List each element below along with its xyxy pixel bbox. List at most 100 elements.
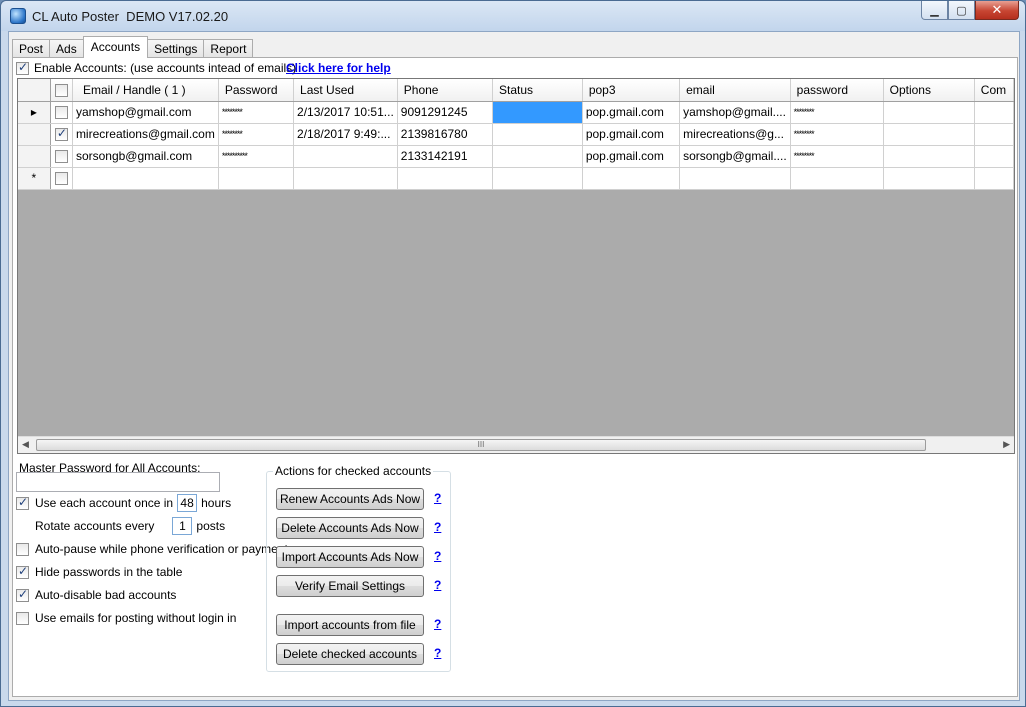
cell-email[interactable]: mirecreations@gmail.com — [72, 123, 219, 146]
delete-checked-accounts-button[interactable]: Delete checked accounts — [276, 643, 424, 665]
row-header[interactable] — [18, 145, 51, 168]
row-header[interactable] — [18, 123, 51, 146]
tab-settings[interactable]: Settings — [147, 39, 205, 58]
cell-pop3[interactable]: pop.gmail.com — [582, 123, 681, 146]
hide-passwords-option[interactable]: Hide passwords in the table — [16, 563, 182, 581]
cell-status-selected[interactable] — [492, 101, 583, 124]
import-accounts-from-file-button[interactable]: Import accounts from file — [276, 614, 424, 636]
cell-phone[interactable]: 9091291245 — [397, 101, 494, 124]
column-header-phone[interactable]: Phone — [397, 79, 494, 102]
row-header-current[interactable]: ▸ — [18, 101, 51, 124]
cell-phone[interactable]: 2139816780 — [397, 123, 494, 146]
auto-pause-checkbox[interactable] — [16, 542, 29, 556]
cell-password[interactable] — [218, 167, 295, 190]
enable-accounts-option[interactable]: Enable Accounts: (use accounts intead of… — [16, 60, 296, 76]
delete-accounts-ads-button[interactable]: Delete Accounts Ads Now — [276, 517, 424, 539]
use-each-hours-input[interactable]: 48 — [177, 494, 198, 512]
column-header-email-password[interactable]: password — [790, 79, 884, 102]
auto-pause-option[interactable]: Auto-pause while phone verification or p… — [16, 540, 288, 558]
column-header-pop3[interactable]: pop3 — [582, 79, 681, 102]
select-all-checkbox[interactable] — [54, 83, 68, 97]
hide-passwords-checkbox[interactable] — [16, 564, 29, 579]
close-button[interactable]: ✕ — [975, 1, 1019, 20]
auto-disable-option[interactable]: Auto-disable bad accounts — [16, 586, 176, 604]
tab-ads[interactable]: Ads — [49, 39, 84, 58]
cell-options[interactable] — [883, 167, 975, 190]
import-file-help-link[interactable]: ? — [434, 617, 441, 631]
cell-email[interactable]: yamshop@gmail.com — [72, 101, 219, 124]
column-header-email-addr[interactable]: email — [679, 79, 791, 102]
cell-email-password[interactable]: ******** — [790, 145, 884, 168]
renew-accounts-ads-button[interactable]: Renew Accounts Ads Now — [276, 488, 424, 510]
cell-email-password[interactable] — [790, 167, 884, 190]
cell-phone[interactable]: 2133142191 — [397, 145, 494, 168]
column-header-options[interactable]: Options — [883, 79, 975, 102]
cell-email-addr[interactable] — [679, 167, 791, 190]
tab-accounts[interactable]: Accounts — [82, 36, 149, 58]
cell-last-used[interactable]: 2/13/2017 10:51... — [293, 101, 398, 124]
row-checkbox[interactable] — [54, 126, 68, 142]
horizontal-scrollbar[interactable]: ◀ III ▶ — [18, 436, 1014, 453]
tab-report[interactable]: Report — [203, 39, 254, 58]
cell-last-used[interactable]: 2/18/2017 9:49:... — [293, 123, 398, 146]
cell-pop3[interactable]: pop.gmail.com — [582, 145, 681, 168]
import-accounts-ads-button[interactable]: Import Accounts Ads Now — [276, 546, 424, 568]
verify-help-link[interactable]: ? — [434, 578, 441, 592]
table-row[interactable]: ▸ yamshop@gmail.com ******** 2/13/2017 1… — [18, 101, 1014, 124]
cell-status[interactable] — [492, 167, 583, 190]
cell-last-used[interactable] — [293, 145, 398, 168]
import-ads-help-link[interactable]: ? — [434, 549, 441, 563]
column-header-com[interactable]: Com — [974, 79, 1014, 102]
cell-com[interactable] — [974, 123, 1014, 146]
cell-email-password[interactable]: ******** — [790, 101, 884, 124]
title-bar[interactable]: CL Auto Poster DEMO V17.02.20 ▁ ▢ ✕ — [1, 1, 1025, 31]
cell-password[interactable]: ******** — [218, 123, 295, 146]
column-header-last-used[interactable]: Last Used — [293, 79, 398, 102]
column-header-status[interactable]: Status — [492, 79, 583, 102]
use-emails-checkbox[interactable] — [16, 611, 29, 625]
cell-pop3[interactable]: pop.gmail.com — [582, 101, 681, 124]
renew-help-link[interactable]: ? — [434, 491, 441, 505]
rotate-posts-input[interactable]: 1 — [172, 517, 193, 535]
cell-pop3[interactable] — [582, 167, 681, 190]
cell-email-addr[interactable]: sorsongb@gmail.... — [679, 145, 791, 168]
cell-status[interactable] — [492, 145, 583, 168]
cell-options[interactable] — [883, 123, 975, 146]
cell-last-used[interactable] — [293, 167, 398, 190]
table-row[interactable]: sorsongb@gmail.com ********** 2133142191… — [18, 145, 1014, 168]
new-row-marker[interactable]: * — [18, 167, 51, 190]
auto-disable-checkbox[interactable] — [16, 587, 29, 602]
select-all-header[interactable] — [50, 79, 73, 102]
master-password-input[interactable] — [16, 472, 220, 492]
accounts-grid[interactable]: Email / Handle ( 1 ) Password Last Used … — [17, 78, 1015, 454]
row-checkbox[interactable] — [54, 106, 68, 120]
scrollbar-thumb[interactable]: III — [36, 439, 926, 451]
cell-email-addr[interactable]: mirecreations@g... — [679, 123, 791, 146]
verify-email-settings-button[interactable]: Verify Email Settings — [276, 575, 424, 597]
minimize-button[interactable]: ▁ — [921, 1, 948, 20]
tab-post[interactable]: Post — [12, 39, 51, 58]
cell-com[interactable] — [974, 167, 1014, 190]
scroll-left-icon[interactable]: ◀ — [22, 439, 29, 450]
cell-email-password[interactable]: ******** — [790, 123, 884, 146]
cell-password[interactable]: ******** — [218, 101, 295, 124]
cell-email[interactable] — [72, 167, 219, 190]
use-each-account-checkbox[interactable] — [16, 495, 29, 510]
delete-ads-help-link[interactable]: ? — [434, 520, 441, 534]
delete-checked-help-link[interactable]: ? — [434, 646, 441, 660]
help-link[interactable]: Click here for help — [286, 61, 391, 75]
scroll-right-icon[interactable]: ▶ — [1003, 439, 1010, 450]
column-header-email[interactable]: Email / Handle ( 1 ) — [72, 79, 219, 102]
use-emails-option[interactable]: Use emails for posting without login in — [16, 609, 236, 627]
row-checkbox[interactable] — [54, 150, 68, 164]
cell-status[interactable] — [492, 123, 583, 146]
cell-com[interactable] — [974, 101, 1014, 124]
cell-options[interactable] — [883, 101, 975, 124]
cell-options[interactable] — [883, 145, 975, 168]
maximize-button[interactable]: ▢ — [948, 1, 975, 20]
cell-com[interactable] — [974, 145, 1014, 168]
cell-email[interactable]: sorsongb@gmail.com — [72, 145, 219, 168]
column-header-password[interactable]: Password — [218, 79, 295, 102]
cell-password[interactable]: ********** — [218, 145, 295, 168]
row-checkbox[interactable] — [54, 172, 68, 186]
